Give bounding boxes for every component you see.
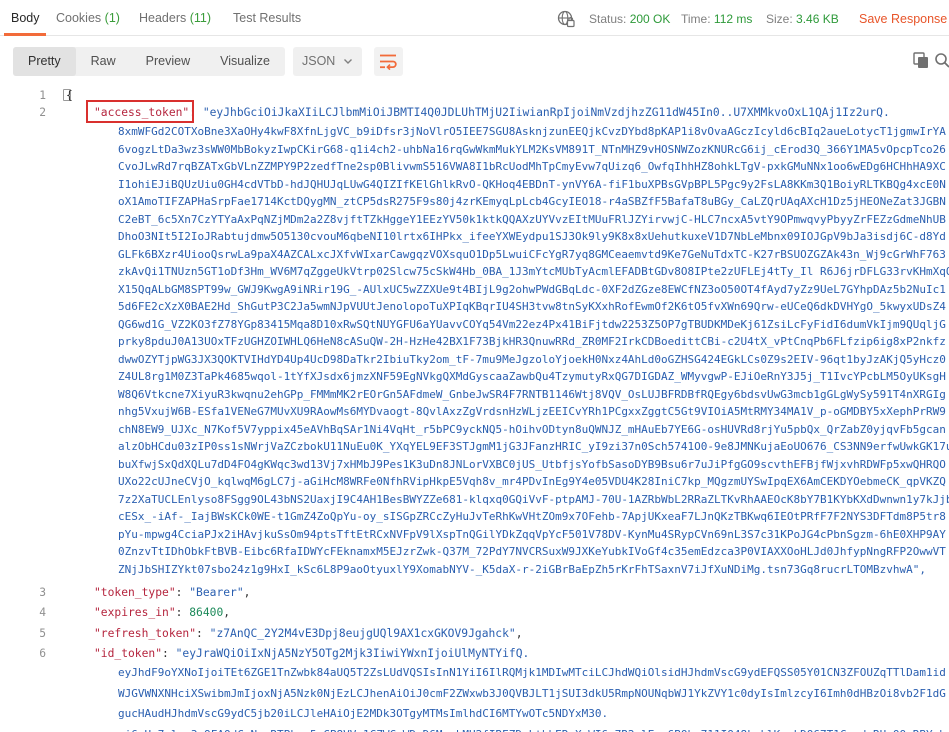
tab-cookies-label: Cookies	[56, 11, 102, 25]
token-continuation-line: eyJhdF9oYXNoIjoiTEt6ZGE1TnZwbk84aUQ5T2Zs…	[118, 666, 946, 679]
token-continuation-line: 0ZnzvTtIDhObkFtBVB-Eibc6RfaIDWYcFEknamxM…	[118, 545, 946, 558]
wrap-lines-icon	[380, 54, 397, 70]
line-number: 3	[39, 586, 46, 599]
token-continuation-line: X15QqALbGM8SPT99w_GWJ9KwgA9iNRir19G_-AUl…	[118, 282, 946, 296]
line-number: 6	[39, 647, 46, 660]
token-continuation-line: QG6wd1G_VZ2KO3fZ78YGp83415Mqa8D10xRwSQtN…	[118, 317, 946, 331]
token-continuation-line: C2eBT_6c5Xn7CzYTYaAxPqNZjMDm2a2Z8vjftTZk…	[118, 212, 946, 226]
token-continuation-line: gucHAudHJhdmVscG9ydC5jb20iLCJleHAiOjE2MD…	[118, 707, 609, 720]
time-label: Time:	[681, 12, 711, 26]
token-continuation-line: nhg5VxujW6B-ESfa1VENeG7MUvXU9RAowMs6MYDv…	[118, 405, 946, 418]
token-continuation-line: chN8EW9_UJXc_N7Kof5V7yppix45eAVhBqSAr1Ni…	[118, 422, 946, 436]
wrap-lines-button[interactable]	[374, 47, 403, 76]
line-number: 1	[39, 89, 46, 102]
token-continuation-line: 7z2XaTUCLEnlyso8FSgg9OL43bNS2UaxjI9C4AH1…	[118, 492, 949, 506]
token-continuation-line: UXo22cUJneCVjO_kqlwqM6gLC7j-aGiHcM8WRFe0…	[118, 475, 946, 488]
view-mode-toolbar: Pretty Raw Preview Visualize	[13, 47, 285, 76]
json-line-token-type: "token_type": "Bearer",	[94, 586, 251, 599]
tab-body[interactable]: Body	[11, 11, 40, 25]
token-continuation-line: dwwOZYTjpWG3JX3QOKTVIHdYD4Up4UcD98DaTkr2…	[118, 352, 946, 366]
access-token-value-start: "eyJhbGciOiJkaXIiLCJlbmMiOiJBMTI4Q0JDLUh…	[202, 106, 890, 119]
active-tab-indicator	[4, 33, 46, 36]
json-line-id-token: "id_token": "eyJraWQiOiIxNjA5NzY5OTg2Mjk…	[94, 647, 530, 660]
size-readout: Size: 3.46 KB	[766, 12, 839, 26]
token-continuation-line: CvoJLwRd7rqBZATxGbVLnZZMPY9P2zedfTne2sp0…	[118, 160, 946, 173]
token-continuation-line: Z4UL8rg1M0Z3TaPk4685wqol-1tYfXJsdx6jmzXN…	[118, 370, 946, 383]
line-number: 5	[39, 627, 46, 640]
size-value[interactable]: 3.46 KB	[796, 12, 839, 26]
time-readout: Time: 112 ms	[681, 12, 752, 26]
token-continuation-line: ni6uHo7ulsw3w9FAOdCzNzuRTPkwe5vCP8VVs1CZ…	[118, 728, 946, 732]
json-line-access-token: "access_token": "eyJhbGciOiJkaXIiLCJlbmM…	[94, 106, 890, 119]
token-type-key: "token_type"	[94, 586, 176, 599]
tab-headers-label: Headers	[139, 11, 187, 25]
refresh-token-value: "z7AnQC_2Y2M4vE3Dpj8eujgUQl9AX1cxGKOV9Jg…	[209, 627, 516, 640]
access-token-highlight-box	[86, 100, 194, 123]
format-select-value: JSON	[302, 54, 336, 68]
copy-icon[interactable]	[913, 52, 931, 70]
id-token-key: "id_token"	[94, 647, 163, 660]
chevron-down-icon	[344, 59, 352, 64]
refresh-token-key: "refresh_token"	[94, 627, 197, 640]
json-line-refresh-token: "refresh_token": "z7AnQC_2Y2M4vE3Dpj8euj…	[94, 627, 523, 640]
token-continuation-line: pYu-mpwg4CciaPJx2iHAvjkuSsOm94ptsTftEtRC…	[118, 527, 946, 541]
search-icon[interactable]	[934, 52, 949, 70]
token-continuation-line: DhoO3NIt5I2IoJRabtujdmw5O5130cvouM6qbeNI…	[118, 230, 946, 243]
tab-headers[interactable]: Headers (11)	[139, 11, 211, 25]
token-continuation-line: 5d6FE2cXzX0BAE2Hd_ShGutP3C2Ja5wmNJpVUUtJ…	[118, 300, 946, 313]
token-continuation-line: W8Q6Vtkcne7XiyuR3kwqnu2ehGPp_FMMmMK2rEOr…	[118, 387, 946, 401]
time-value[interactable]: 112 ms	[714, 12, 752, 26]
token-continuation-line: zkAvQi1TNUzn5GT1oDf3Hm_WV6M7qZggeUkVtrp0…	[118, 265, 949, 278]
save-response-button[interactable]: Save Response	[859, 12, 947, 26]
tab-cookies[interactable]: Cookies (1)	[56, 11, 120, 25]
status-readout: Status: 200 OK	[589, 12, 670, 26]
token-continuation-line: I1ohiEJiBQUzUiu0GH4cdVTbD-hdJQHUJqLUwG4Q…	[118, 177, 946, 191]
format-select[interactable]: JSON	[293, 47, 362, 76]
response-body-code[interactable]: 1 { 2 "access_token": "eyJhbGciOiJkaXIiL…	[0, 86, 949, 732]
open-brace: {	[66, 89, 73, 102]
size-label: Size:	[766, 12, 793, 26]
token-type-value: "Bearer"	[189, 586, 244, 599]
token-continuation-line: oX1AmoTIFZAPHaSrpFae1714KctDQygMN_ztCP5d…	[118, 195, 946, 208]
token-continuation-line: buXfwjSxQdXQLu7dD4FO4gKWqc3wd13Vj7xHMbJ9…	[118, 457, 946, 471]
token-continuation-line: alzObHCdu03zIP0ss1sNWrjVaZCzbokU11NuEu0K…	[118, 440, 949, 453]
view-preview-button[interactable]: Preview	[131, 47, 205, 76]
token-continuation-line: WJGVWNXNHciXSwibmJmIjoxNjA5Nzk0NjEzLCJhe…	[118, 686, 946, 700]
id-token-value-start: "eyJraWQiOiIxNjA5NzY5OTg2Mjk3IiwiYWxnIjo…	[175, 647, 530, 660]
expires-in-key: "expires_in"	[94, 606, 176, 619]
status-label: Status:	[589, 12, 627, 26]
expires-in-value: 86400	[189, 606, 224, 619]
network-globe-icon[interactable]	[557, 10, 575, 28]
tab-cookies-count: (1)	[104, 11, 120, 25]
view-visualize-button[interactable]: Visualize	[205, 47, 285, 76]
tab-test-results[interactable]: Test Results	[233, 11, 301, 25]
token-continuation-line: ZNjJbSHIZYkt07sbo24z1g9HxI_kSc6L8P9aoOty…	[118, 562, 926, 576]
token-continuation-line: 8xmWFGd2COTXoBne3XaOHy4kwF8XfnLjgVC_b9iD…	[118, 125, 946, 138]
tab-headers-count: (11)	[189, 11, 212, 25]
token-continuation-line: prky8pduJ0A13UOxTFzUGHZOIWHLQ6HeN8cASuQW…	[118, 335, 946, 348]
token-continuation-line: cESx_-iAf-_IajBWsKCk0WE-t1GmZ4ZoQpYu-oy_…	[118, 510, 946, 523]
view-pretty-button[interactable]: Pretty	[13, 47, 76, 76]
token-continuation-line: 6vogzLtDa3wz3sWW0MbBokyzIwpCKirG68-q1i4c…	[118, 142, 946, 156]
line-number: 4	[39, 606, 46, 619]
token-continuation-line: GLFk6BXzr4UiooQsrwLa9paX4AZCALxcJXfvWIxa…	[118, 247, 946, 261]
view-raw-button[interactable]: Raw	[76, 47, 131, 76]
response-tab-bar: Body Cookies (1) Headers (11) Test Resul…	[0, 0, 949, 36]
json-line-expires-in: "expires_in": 86400,	[94, 606, 231, 619]
status-value[interactable]: 200 OK	[630, 12, 671, 26]
line-number: 2	[39, 106, 46, 119]
